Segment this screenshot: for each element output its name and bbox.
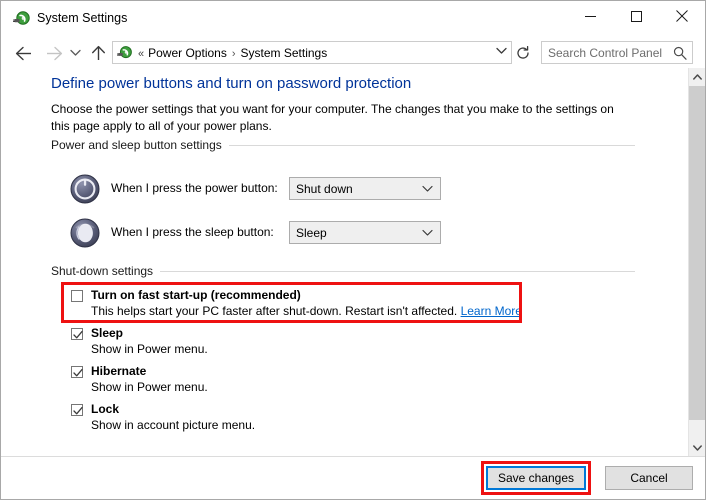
dialog-button-bar: Save changes Cancel bbox=[1, 456, 705, 499]
sleep-label: Sleep bbox=[91, 326, 124, 340]
sleep-button-label: When I press the sleep button: bbox=[111, 225, 274, 239]
power-button-icon bbox=[69, 173, 101, 205]
breadcrumb-overflow[interactable]: « bbox=[138, 48, 144, 60]
title-bar: System Settings bbox=[1, 1, 705, 37]
breadcrumb-item-system-settings[interactable]: System Settings bbox=[241, 46, 328, 60]
back-arrow-icon[interactable] bbox=[12, 42, 34, 64]
window-title: System Settings bbox=[37, 11, 128, 25]
chevron-down-icon bbox=[422, 226, 433, 240]
page-description: Choose the power settings that you want … bbox=[51, 102, 614, 133]
power-button-label: When I press the power button: bbox=[111, 181, 278, 195]
sleep-button-action-select[interactable]: Sleep bbox=[289, 221, 441, 244]
hibernate-label: Hibernate bbox=[91, 364, 147, 378]
group-label-shutdown: Shut-down settings bbox=[51, 264, 161, 278]
search-input[interactable]: Search Control Panel bbox=[541, 41, 693, 64]
maximize-button[interactable] bbox=[613, 1, 659, 31]
power-button-action-select[interactable]: Shut down bbox=[289, 177, 441, 200]
sleep-button-action-value: Sleep bbox=[296, 226, 327, 240]
sleep-checkbox[interactable] bbox=[71, 328, 83, 340]
address-bar[interactable]: « Power Options › System Settings bbox=[112, 41, 512, 64]
fast-startup-label: Turn on fast start-up (recommended) bbox=[91, 288, 301, 302]
fast-startup-desc-text: This helps start your PC faster after sh… bbox=[91, 304, 461, 318]
page-title: Define power buttons and turn on passwor… bbox=[51, 75, 412, 92]
power-button-setting-row: When I press the power button: Shut down bbox=[69, 173, 489, 207]
breadcrumb-item-power-options[interactable]: Power Options bbox=[148, 46, 227, 60]
system-settings-window: System Settings « Power Options › System… bbox=[0, 0, 706, 500]
hibernate-description: Show in Power menu. bbox=[91, 380, 208, 394]
fast-startup-item: Turn on fast start-up (recommended) This… bbox=[71, 288, 522, 322]
power-plug-icon bbox=[13, 10, 31, 28]
fast-startup-checkbox[interactable] bbox=[71, 290, 83, 302]
content-pane: Define power buttons and turn on passwor… bbox=[1, 68, 687, 456]
hibernate-item: Hibernate Show in Power menu. bbox=[71, 364, 371, 398]
recent-locations-icon[interactable] bbox=[67, 42, 83, 64]
lock-checkbox[interactable] bbox=[71, 404, 83, 416]
learn-more-link[interactable]: Learn More bbox=[461, 304, 522, 318]
address-dropdown-icon[interactable] bbox=[496, 47, 507, 58]
search-placeholder: Search Control Panel bbox=[548, 46, 663, 60]
minimize-button[interactable] bbox=[567, 1, 613, 31]
navigation-bar: « Power Options › System Settings Search Co… bbox=[1, 37, 705, 68]
search-icon[interactable] bbox=[673, 46, 687, 63]
lock-label: Lock bbox=[91, 402, 120, 416]
close-button[interactable] bbox=[659, 1, 705, 31]
lock-description: Show in account picture menu. bbox=[91, 418, 256, 432]
cancel-button[interactable]: Cancel bbox=[605, 466, 693, 490]
scrollbar-thumb[interactable] bbox=[689, 86, 705, 420]
scroll-down-arrow-icon[interactable] bbox=[689, 439, 705, 456]
group-label-power-sleep: Power and sleep button settings bbox=[51, 138, 229, 152]
fast-startup-description: This helps start your PC faster after sh… bbox=[91, 304, 522, 318]
lock-item: Lock Show in account picture menu. bbox=[71, 402, 371, 436]
power-button-action-value: Shut down bbox=[296, 182, 353, 196]
chevron-down-icon bbox=[422, 182, 433, 196]
power-plug-icon bbox=[117, 45, 133, 61]
sleep-item: Sleep Show in Power menu. bbox=[71, 326, 371, 360]
sleep-moon-icon bbox=[69, 217, 101, 249]
sleep-button-setting-row: When I press the sleep button: Sleep bbox=[69, 217, 489, 251]
save-changes-button[interactable]: Save changes bbox=[486, 466, 586, 490]
breadcrumb: « Power Options › System Settings bbox=[138, 46, 327, 60]
up-arrow-icon[interactable] bbox=[87, 42, 109, 64]
scroll-up-arrow-icon[interactable] bbox=[689, 68, 705, 85]
hibernate-checkbox[interactable] bbox=[71, 366, 83, 378]
vertical-scrollbar[interactable] bbox=[688, 68, 705, 456]
sleep-description: Show in Power menu. bbox=[91, 342, 208, 356]
forward-arrow-icon bbox=[43, 42, 65, 64]
refresh-icon[interactable] bbox=[513, 43, 533, 63]
chevron-right-icon[interactable]: › bbox=[232, 48, 236, 60]
